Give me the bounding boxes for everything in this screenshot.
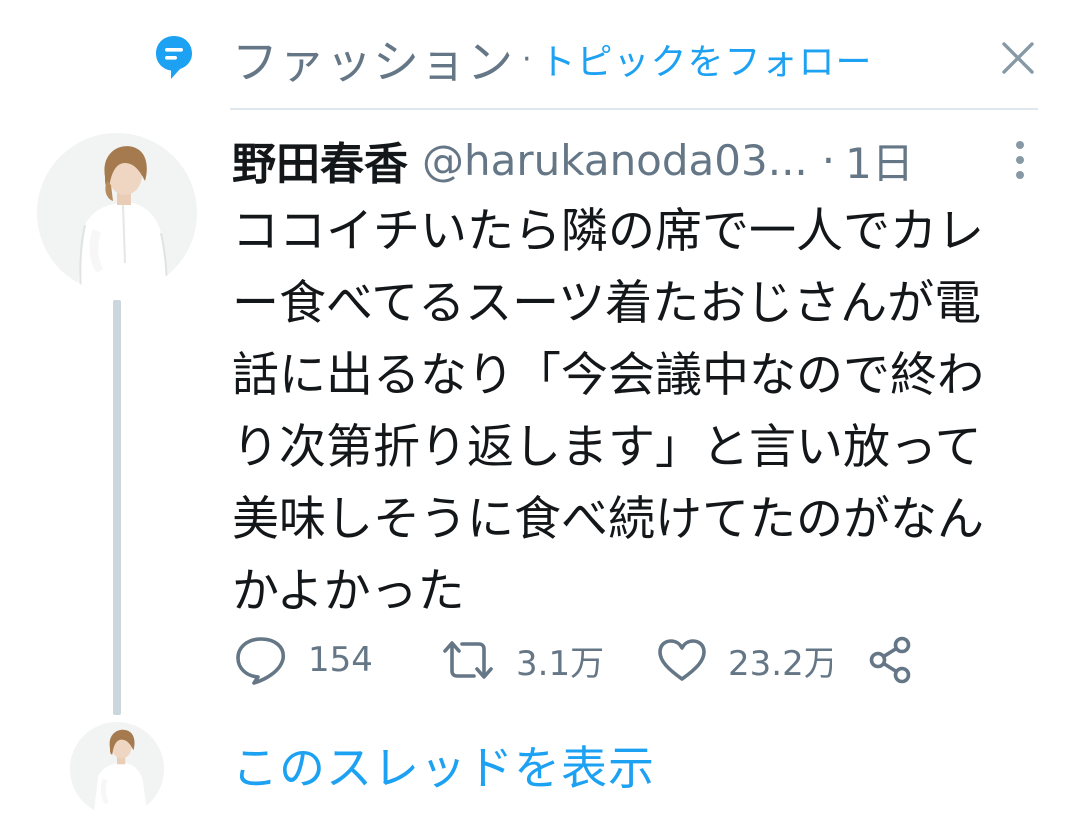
topic-name[interactable]: ファッション (232, 26, 514, 92)
meta-separator: · (821, 135, 836, 185)
tweet-text-line: 話に出るなり「今会議中なので終わ (232, 348, 984, 403)
thread-connector-line (113, 300, 121, 715)
avatar[interactable] (37, 133, 197, 293)
author-name[interactable]: 野田春香 (232, 128, 408, 192)
tweet-text-line: ココイチいたら隣の席で一人でカレ (232, 204, 984, 259)
topic-bar: ファッション · トピックをフォロー (232, 24, 873, 94)
avatar-photo (70, 722, 164, 816)
tweet-header: 野田春香 @harukanoda03... · 1日 (232, 128, 914, 192)
close-icon[interactable] (998, 38, 1038, 78)
tweet-text-line: り次第折り返します」と言い放って (232, 420, 982, 475)
retweet-button[interactable]: 3.1万 (440, 632, 604, 688)
avatar-photo (37, 133, 197, 293)
heart-icon (658, 639, 706, 681)
topic-speech-bubble-icon (156, 36, 192, 79)
author-handle[interactable]: @harukanoda03... (422, 136, 808, 185)
reply-button[interactable]: 154 (234, 632, 373, 688)
retweet-count: 3.1万 (516, 643, 605, 684)
more-options-icon[interactable] (1010, 138, 1030, 182)
tweet-text-line: ー食べてるスーツ着たおじさんが電 (232, 276, 982, 331)
reply-count: 154 (308, 640, 373, 680)
topic-separator: · (522, 41, 532, 77)
tweet-card: ファッション · トピックをフォロー 野田春香 @harukanoda03...… (0, 0, 1080, 820)
share-button[interactable] (866, 632, 914, 688)
show-thread-link[interactable]: このスレッドを表示 (232, 732, 655, 798)
retweet-icon (443, 641, 493, 679)
follow-topic-link[interactable]: トピックをフォロー (540, 33, 873, 85)
tweet-text-line: 美味しそうに食べ続けてたのがなん (232, 492, 984, 547)
tweet-text: ココイチいたら隣の席で一人でカレ ー食べてるスーツ着たおじさんが電 話に出るなり… (232, 196, 1052, 628)
tweet-text-line: かよかった (232, 564, 465, 619)
like-button[interactable]: 23.2万 (656, 632, 832, 688)
share-icon (869, 636, 911, 684)
header-divider (230, 108, 1038, 110)
reply-icon (236, 637, 286, 685)
thread-avatar[interactable] (70, 722, 164, 816)
tweet-timestamp[interactable]: 1日 (845, 130, 914, 191)
like-count: 23.2万 (728, 643, 832, 684)
